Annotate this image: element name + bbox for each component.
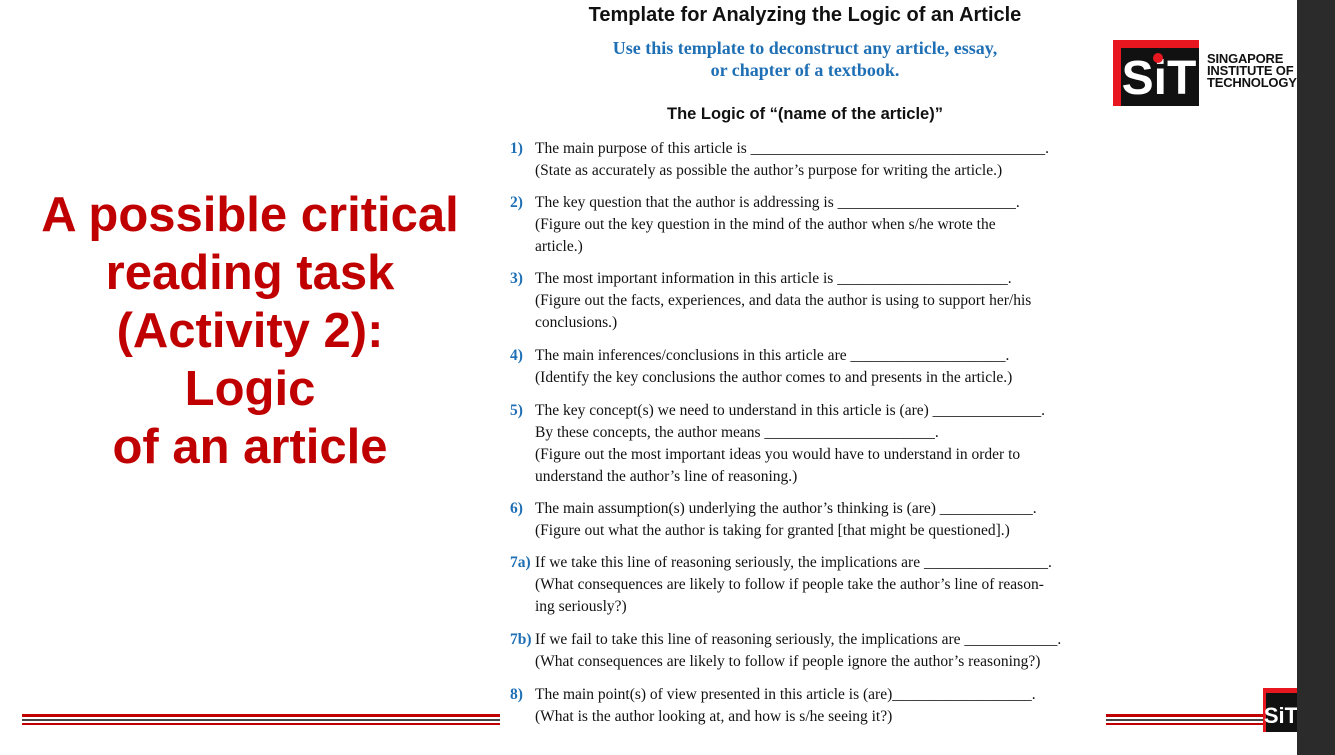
item-line: (What is the author looking at, and how … xyxy=(535,708,893,725)
item-line: The main assumption(s) underlying the au… xyxy=(535,500,1037,517)
item-line: conclusions.) xyxy=(535,314,618,331)
item-number: 1) xyxy=(510,140,523,157)
item-number: 5) xyxy=(510,402,523,419)
item-line: If we fail to take this line of reasonin… xyxy=(535,631,1062,648)
slide-title: A possible critical reading task (Activi… xyxy=(8,186,492,476)
item-line: The main point(s) of view presented in t… xyxy=(535,686,1036,703)
item-number: 8) xyxy=(510,686,523,703)
item-line: ing seriously?) xyxy=(535,598,627,615)
item-line: The key question that the author is addr… xyxy=(535,194,1020,211)
slide: A possible critical reading task (Activi… xyxy=(0,0,1335,755)
slide-title-line: reading task xyxy=(105,246,395,300)
footer-rule-right xyxy=(1106,714,1266,726)
item-number: 2) xyxy=(510,194,523,211)
item-line: understand the author’s line of reasonin… xyxy=(535,468,798,485)
item-line: (Figure out what the author is taking fo… xyxy=(535,522,1010,539)
item-line: (What consequences are likely to follow … xyxy=(535,653,1041,670)
item-line: The main inferences/conclusions in this … xyxy=(535,347,1010,364)
template-subtitle-line: or chapter of a textbook. xyxy=(710,60,900,80)
footer-rule-left xyxy=(22,714,500,726)
template-title: Template for Analyzing the Logic of an A… xyxy=(588,4,1022,26)
item-line: The most important information in this a… xyxy=(535,270,1012,287)
item-number: 7b) xyxy=(510,631,532,648)
sit-logo-text: SINGAPORE INSTITUTE OF TECHNOLOGY xyxy=(1207,52,1297,90)
slide-title-line: Logic xyxy=(184,362,316,416)
sit-logo: SiT SINGAPORE INSTITUTE OF TECHNOLOGY xyxy=(1113,40,1297,106)
template-subtitle-line: Use this template to deconstruct any art… xyxy=(612,38,998,58)
item-line: The key concept(s) we need to understand… xyxy=(535,402,1046,419)
item-number: 4) xyxy=(510,347,523,364)
item-line: (Figure out the key question in the mind… xyxy=(535,216,996,233)
item-line: (Figure out the most important ideas you… xyxy=(535,446,1021,463)
item-number: 7a) xyxy=(510,554,531,571)
slide-title-line: of an article xyxy=(112,420,388,474)
item-number: 6) xyxy=(510,500,523,517)
item-line: (Figure out the facts, experiences, and … xyxy=(535,292,1032,309)
item-line: If we take this line of reasoning seriou… xyxy=(535,554,1052,571)
item-number: 3) xyxy=(510,270,523,287)
item-line: By these concepts, the author means ____… xyxy=(535,424,939,441)
sit-logo-mark-icon: SiT xyxy=(1113,40,1199,106)
item-line: The main purpose of this article is ____… xyxy=(535,140,1050,157)
svg-text:SiT: SiT xyxy=(1264,703,1297,728)
item-line: article.) xyxy=(535,238,583,255)
slide-title-line: A possible critical xyxy=(41,188,459,242)
logic-heading: The Logic of “(name of the article)” xyxy=(667,105,943,123)
item-line: (What consequences are likely to follow … xyxy=(535,576,1044,593)
item-line: (Identify the key conclusions the author… xyxy=(535,369,1013,386)
item-line: (State as accurately as possible the aut… xyxy=(535,162,1003,179)
sit-mini-logo-icon: SiT xyxy=(1263,688,1297,732)
slide-title-line: (Activity 2): xyxy=(116,304,384,358)
template-subtitle: Use this template to deconstruct any art… xyxy=(560,37,1050,81)
logo-text-line: TECHNOLOGY xyxy=(1207,75,1297,90)
